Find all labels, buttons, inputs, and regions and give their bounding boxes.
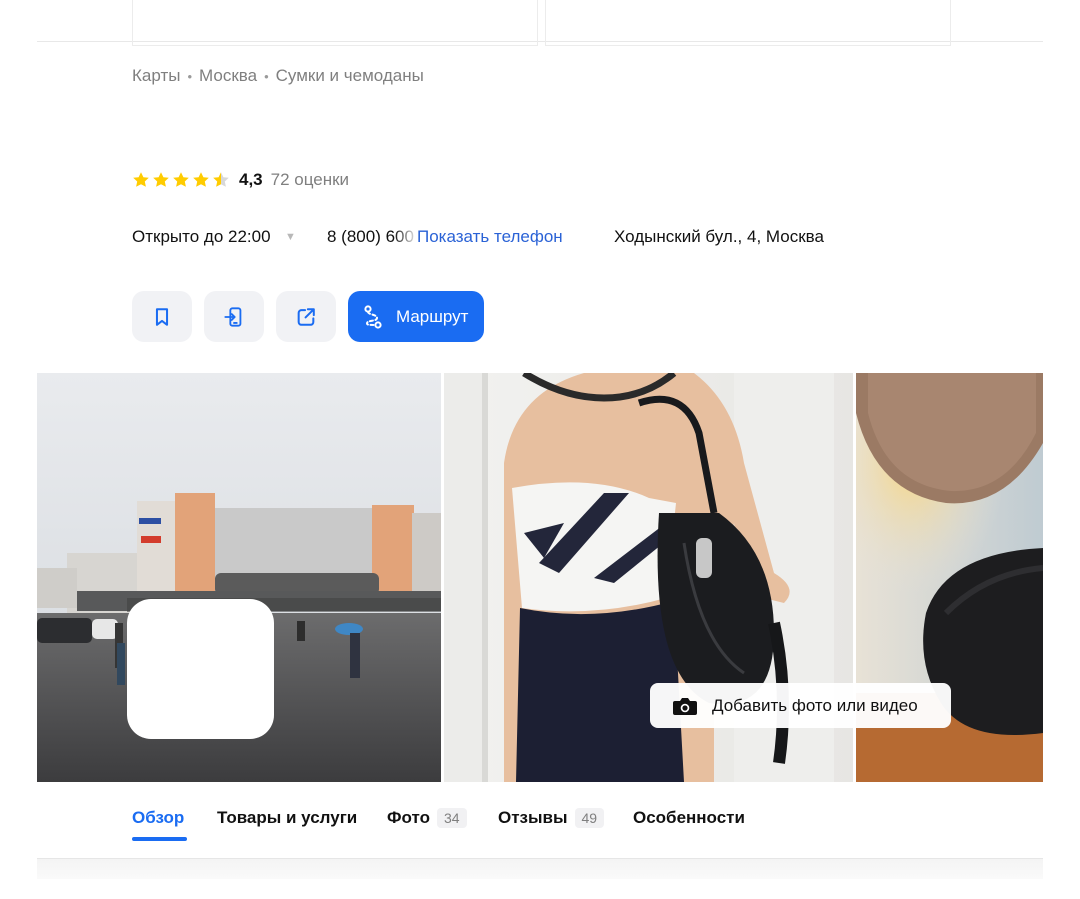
breadcrumb-moscow[interactable]: Москва xyxy=(199,66,257,86)
tab-count-badge: 49 xyxy=(574,808,605,828)
add-photo-button[interactable]: Добавить фото или видео xyxy=(650,683,951,728)
route-button[interactable]: Маршрут xyxy=(348,291,485,342)
bookmark-button[interactable] xyxy=(132,291,192,342)
tab-features[interactable]: Особенности xyxy=(633,806,745,830)
breadcrumb-bags[interactable]: Сумки и чемоданы xyxy=(276,66,424,86)
tab-reviews[interactable]: Отзывы 49 xyxy=(498,806,605,830)
tab-label: Обзор xyxy=(132,808,185,827)
top-search-bar xyxy=(37,0,1043,46)
send-to-phone-icon xyxy=(224,306,242,327)
add-photo-label: Добавить фото или видео xyxy=(712,695,918,715)
breadcrumb-separator: • xyxy=(264,68,269,84)
tab-bar: Обзор Товары и услуги Фото 34 Отзывы 49 … xyxy=(132,806,832,846)
search-field-left[interactable] xyxy=(132,0,538,46)
star-icon xyxy=(133,172,149,187)
breadcrumb-maps[interactable]: Карты xyxy=(132,66,180,86)
address[interactable]: Ходынский бул., 4, Москва xyxy=(614,224,824,250)
page-shade xyxy=(37,859,1043,879)
chevron-down-icon[interactable]: ▼ xyxy=(285,224,296,250)
redaction-overlay xyxy=(127,599,274,739)
tab-overview[interactable]: Обзор xyxy=(132,806,184,830)
route-icon xyxy=(364,304,382,329)
route-button-label: Маршрут xyxy=(396,306,469,326)
star-icon xyxy=(193,172,209,187)
share-button[interactable] xyxy=(276,291,336,342)
star-icon xyxy=(153,172,169,187)
active-tab-indicator xyxy=(132,837,187,841)
star-icon xyxy=(213,172,229,187)
tab-count-badge: 34 xyxy=(436,808,467,828)
action-buttons: Маршрут xyxy=(132,291,485,342)
tab-label: Фото xyxy=(387,808,430,827)
star-icon xyxy=(173,172,189,187)
tab-label: Товары и услуги xyxy=(217,808,358,827)
rating-value: 4,3 xyxy=(239,170,263,189)
search-field-right[interactable] xyxy=(545,0,951,46)
working-hours[interactable]: Открыто до 22:00 xyxy=(132,224,271,250)
breadcrumb-separator: • xyxy=(187,68,193,84)
tab-products-services[interactable]: Товары и услуги xyxy=(217,806,357,830)
show-phone-link[interactable]: Показать телефон xyxy=(417,224,563,250)
send-to-phone-button[interactable] xyxy=(204,291,264,342)
rating: 4,3 72 оценки xyxy=(132,168,349,192)
rating-stars xyxy=(132,171,230,189)
business-info: Открыто до 22:00 ▼ 8 (800) 600 Показать … xyxy=(132,224,1032,250)
tab-label: Отзывы xyxy=(498,808,568,827)
share-icon xyxy=(297,307,315,326)
breadcrumb: Карты • Москва • Сумки и чемоданы xyxy=(132,66,424,86)
phone-fade xyxy=(394,224,418,250)
rating-count[interactable]: 72 оценки xyxy=(271,170,349,190)
gallery-photo-store-exterior[interactable] xyxy=(37,373,441,782)
camera-icon xyxy=(673,697,697,715)
bookmark-icon xyxy=(155,307,169,326)
tab-photos[interactable]: Фото 34 xyxy=(387,806,467,830)
tab-label: Особенности xyxy=(633,808,745,827)
